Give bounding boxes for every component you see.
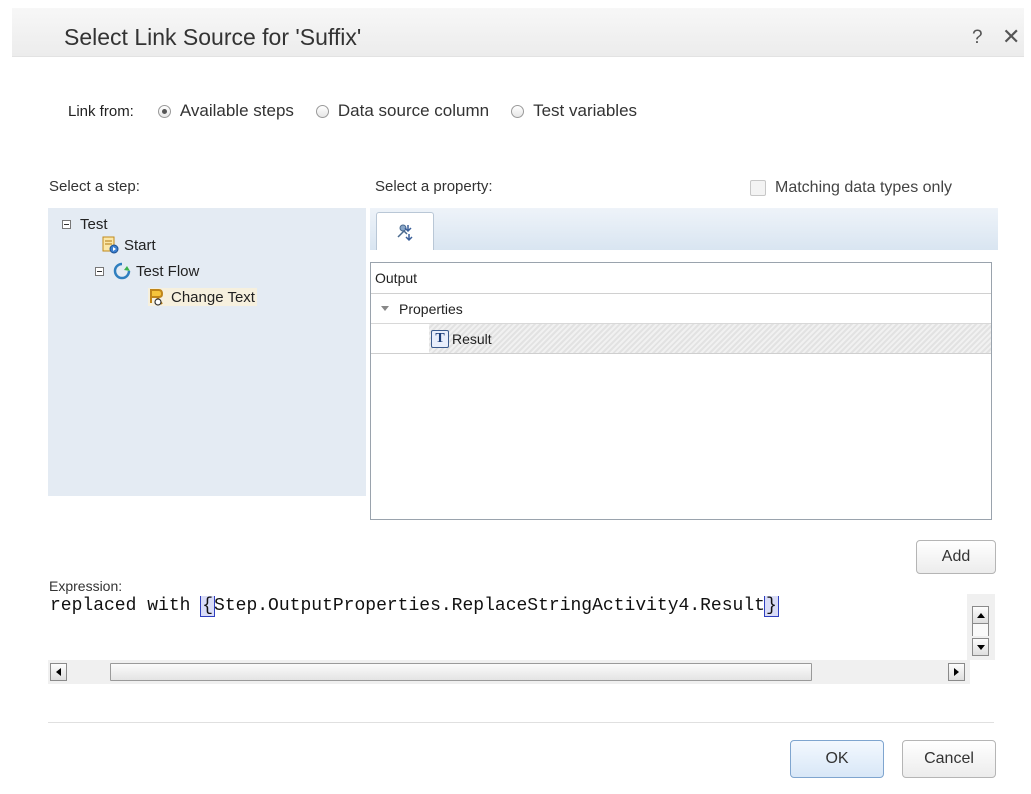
tree-node-start[interactable]: Start (101, 236, 156, 254)
open-brace: { (200, 596, 216, 617)
start-icon (102, 236, 119, 254)
tree-node-label: Change Text (171, 288, 255, 306)
help-button[interactable]: ? (972, 27, 983, 49)
link-from-label: Link from: (68, 102, 134, 120)
dialog-title: Select Link Source for 'Suffix' (64, 24, 362, 50)
arrow-up-icon (976, 612, 985, 618)
radio-button-icon[interactable] (157, 104, 171, 118)
footer-divider (48, 722, 994, 723)
ok-button[interactable]: OK (790, 740, 884, 778)
scroll-left-button[interactable] (50, 663, 67, 681)
radio-data-source-column[interactable]: Data source column (315, 101, 490, 121)
output-properties-icon (397, 224, 413, 241)
tree-node-test-flow[interactable]: Test Flow (95, 262, 199, 280)
close-button[interactable]: ✕ (1002, 24, 1020, 50)
add-button[interactable]: Add (916, 540, 996, 574)
expression-prefix: replaced with (50, 596, 202, 616)
expand-triangle-icon[interactable] (381, 306, 389, 311)
properties-group-label: Properties (399, 300, 463, 317)
arrow-left-icon (56, 668, 61, 676)
cancel-button[interactable]: Cancel (902, 740, 996, 778)
expression-reference: Step.OutputProperties.ReplaceStringActiv… (214, 596, 765, 616)
radio-available-steps[interactable]: Available steps (157, 101, 294, 121)
scroll-track[interactable] (972, 624, 989, 636)
radio-test-variables[interactable]: Test variables (511, 101, 637, 121)
radio-button-icon[interactable] (315, 104, 329, 118)
collapse-icon[interactable] (95, 266, 104, 276)
scroll-right-button[interactable] (948, 663, 965, 681)
matching-data-types-checkbox[interactable]: Matching data types only (750, 179, 952, 197)
dialog-titlebar: Select Link Source for 'Suffix' ? ✕ (12, 8, 1024, 57)
tree-node-change-text[interactable]: Change Text (148, 288, 257, 306)
arrow-right-icon (954, 668, 959, 676)
vertical-scrollbar[interactable] (967, 594, 995, 660)
tree-node-label: Start (124, 236, 156, 254)
scroll-up-button[interactable] (972, 606, 989, 624)
result-cell[interactable]: T Result (429, 324, 991, 353)
property-tabstrip (370, 208, 998, 250)
horizontal-scroll-thumb[interactable] (110, 663, 812, 681)
result-label: Result (452, 330, 492, 347)
tab-output-properties[interactable] (376, 212, 434, 250)
output-header: Output (371, 263, 991, 294)
expression-editor[interactable]: replaced with {Step.OutputProperties.Rep… (48, 594, 995, 688)
collapse-icon[interactable] (62, 220, 71, 229)
select-property-label: Select a property: (375, 178, 493, 195)
result-row[interactable]: T Result (371, 324, 991, 354)
select-link-source-dialog: Select Link Source for 'Suffix' ? ✕ Link… (0, 0, 1031, 794)
close-brace: } (763, 596, 779, 617)
text-type-icon: T (431, 329, 449, 348)
matching-data-types-label: Matching data types only (775, 179, 952, 196)
horizontal-scrollbar[interactable] (48, 660, 970, 684)
step-tree: Test Start Test Flow Change Text (48, 208, 366, 496)
checkbox-icon[interactable] (750, 180, 766, 196)
tree-node-label: Test (80, 216, 108, 233)
tree-node-test[interactable]: Test (62, 216, 108, 233)
properties-group-row[interactable]: Properties (371, 294, 991, 324)
tree-node-label: Test Flow (136, 262, 200, 280)
activity-icon (150, 289, 164, 306)
select-step-label: Select a step: (49, 178, 140, 195)
radio-label: Available steps (179, 101, 294, 120)
radio-button-icon[interactable] (511, 104, 525, 118)
radio-label: Test variables (533, 101, 638, 120)
property-grid: Output Properties T Result (370, 262, 992, 520)
expression-input[interactable]: replaced with {Step.OutputProperties.Rep… (48, 596, 968, 656)
link-from-group: Link from: Available steps Data source c… (68, 100, 659, 122)
flow-icon (113, 262, 131, 280)
expression-label: Expression: (49, 578, 123, 594)
arrow-down-icon (976, 644, 985, 650)
scroll-down-button[interactable] (972, 638, 989, 656)
radio-label: Data source column (337, 101, 490, 120)
